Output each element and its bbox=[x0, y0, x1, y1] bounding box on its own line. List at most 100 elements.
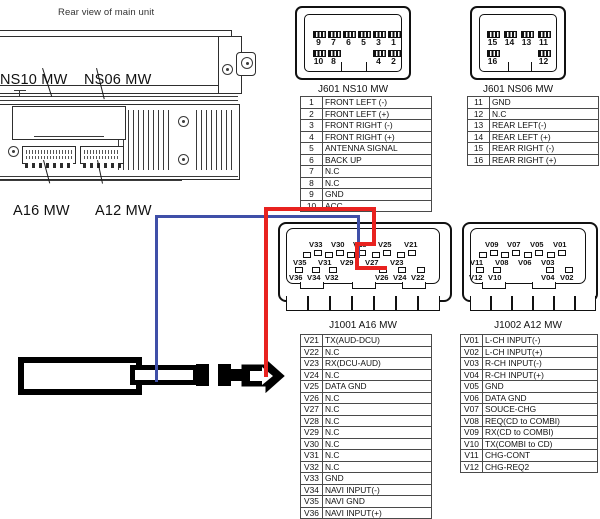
pin-number-cell: V25 bbox=[300, 380, 323, 393]
pin-number-cell: V12 bbox=[460, 460, 483, 473]
pin-signal-cell: REAR LEFT (+) bbox=[489, 130, 599, 143]
pin-table-j601-ns06: 11 GND 12 N.C 13 REAR LEFT(-) 14 REAR LEFT (+) 1… bbox=[467, 96, 599, 166]
pin-signal-cell: N.C bbox=[322, 437, 432, 450]
pin-number-cell: V26 bbox=[300, 391, 323, 404]
pin-number: V05 bbox=[530, 240, 544, 249]
pin-number: V11 bbox=[470, 258, 484, 267]
pin-signal-cell: GND bbox=[322, 188, 432, 201]
chassis-rail bbox=[0, 180, 182, 182]
pin-table-row: V04 R-CH INPUT(+) bbox=[460, 368, 598, 381]
pin-table-row: V07 SOUCE-CHG bbox=[460, 403, 598, 416]
pin-signal-cell: GND bbox=[489, 96, 599, 109]
pin-number: V36 bbox=[289, 273, 303, 282]
pin-signal-cell: CHG-REQ2 bbox=[482, 460, 598, 473]
mount-tab-hole bbox=[241, 57, 253, 69]
pin-number-cell: V33 bbox=[300, 472, 323, 485]
pin-pad bbox=[336, 250, 344, 256]
pin-number-cell: 4 bbox=[300, 130, 323, 143]
pin-signal-cell: NAVI INPUT(-) bbox=[322, 483, 432, 496]
pin-number: V10 bbox=[488, 273, 502, 282]
pin-number: 10 bbox=[313, 56, 324, 66]
plug-tip bbox=[241, 359, 285, 393]
pin-number: V03 bbox=[541, 258, 555, 267]
plug-housing bbox=[18, 357, 142, 395]
pin-pad bbox=[314, 250, 322, 256]
pin-table-j1001-a16: V21 TX(AUD-DCU) V22 N.C V23 RX(DCU-AUD) V24 N.C… bbox=[300, 334, 432, 519]
keying-notch bbox=[508, 62, 532, 72]
connector-header-j601-ns10: 9 7 6 5 3 1 10 8 4 2 bbox=[295, 6, 411, 80]
pin-table-row: V22 N.C bbox=[300, 345, 432, 358]
pin-number: 8 bbox=[331, 56, 336, 66]
pin-pad bbox=[408, 250, 416, 256]
pin-number: 14 bbox=[504, 37, 515, 47]
pin-table-row: V26 N.C bbox=[300, 391, 432, 404]
pin-number-cell: 12 bbox=[467, 107, 490, 120]
pin-table-row: 9 GND bbox=[300, 188, 432, 201]
pin-number-cell: V10 bbox=[460, 437, 483, 450]
pin-signal-cell: DATA GND bbox=[322, 380, 432, 393]
pin-table-row: V32 N.C bbox=[300, 460, 432, 473]
pin-table-row: V33 GND bbox=[300, 472, 432, 485]
pin-number-cell: V03 bbox=[460, 357, 483, 370]
pin-table-row: V34 NAVI INPUT(-) bbox=[300, 483, 432, 496]
wire-red-segment-to-v26 bbox=[355, 266, 387, 270]
pin-number: V22 bbox=[411, 273, 425, 282]
pin-signal-cell: NAVI GND bbox=[322, 495, 432, 508]
pin-number-cell: V01 bbox=[460, 334, 483, 347]
pin-number: 5 bbox=[361, 37, 366, 47]
pin-number: 3 bbox=[376, 37, 381, 47]
connector-title-j601-ns10: J601 NS10 MW bbox=[317, 84, 389, 95]
pin-signal-cell: N.C bbox=[322, 368, 432, 381]
label-a12-mw: A12 MW bbox=[95, 203, 152, 219]
pin-number: V08 bbox=[495, 258, 509, 267]
pin-signal-cell: TX(COMBI to CD) bbox=[482, 437, 598, 450]
latch-notch bbox=[402, 282, 426, 289]
wire-red-segment-top bbox=[264, 207, 376, 211]
pin-number: V09 bbox=[485, 240, 499, 249]
pin-table-row: V12 CHG-REQ2 bbox=[460, 460, 598, 473]
pin-pad bbox=[558, 250, 566, 256]
connector-title-j1002-a12: J1002 A12 MW bbox=[494, 320, 562, 331]
pin-signal-cell: R-CH INPUT(-) bbox=[482, 357, 598, 370]
pin-signal-cell: REAR LEFT(-) bbox=[489, 119, 599, 132]
screw-hole bbox=[178, 154, 189, 165]
pin-table-row: V29 N.C bbox=[300, 426, 432, 439]
pin-signal-cell: RX(DCU-AUD) bbox=[322, 357, 432, 370]
pin-table-j1002-a12: V01 L-CH INPUT(-) V02 L-CH INPUT(+) V03 R-CH … bbox=[460, 334, 598, 473]
pin-number: 13 bbox=[521, 37, 532, 47]
pin-table-row: 15 REAR RIGHT (-) bbox=[467, 142, 599, 155]
connector-bottom-tabs bbox=[470, 296, 596, 311]
pin-number-cell: V30 bbox=[300, 437, 323, 450]
chassis-rail bbox=[0, 96, 238, 98]
pin-signal-cell: N.C bbox=[322, 414, 432, 427]
pin-signal-cell: SOUCE-CHG bbox=[482, 403, 598, 416]
pin-table-row: V06 DATA GND bbox=[460, 391, 598, 404]
pin-number-cell: V24 bbox=[300, 368, 323, 381]
label-a16-mw: A16 MW bbox=[13, 203, 70, 219]
pin-number-cell: V31 bbox=[300, 449, 323, 462]
wire-blue-segment-horizontal bbox=[155, 215, 360, 218]
chassis-clip bbox=[19, 90, 21, 96]
pin-number: V25 bbox=[378, 240, 392, 249]
chassis-rail bbox=[0, 176, 238, 178]
pin-signal-cell: N.C bbox=[322, 176, 432, 189]
pin-number-cell: 8 bbox=[300, 176, 323, 189]
pin-table-row: V25 DATA GND bbox=[300, 380, 432, 393]
trs-plug-illustration bbox=[18, 355, 286, 397]
pin-table-row: 6 BACK UP bbox=[300, 153, 432, 166]
pin-table-j601-ns10: 1 FRONT LEFT (-) 2 FRONT LEFT (+) 3 FRONT RIG… bbox=[300, 96, 432, 212]
latch-notch bbox=[352, 282, 376, 289]
pin-table-row: V03 R-CH INPUT(-) bbox=[460, 357, 598, 370]
pin-number: V29 bbox=[340, 258, 354, 267]
pin-signal-cell: N.C bbox=[322, 345, 432, 358]
pin-table-row: V02 L-CH INPUT(+) bbox=[460, 345, 598, 358]
pin-number-cell: 2 bbox=[300, 107, 323, 120]
pin-number-cell: V35 bbox=[300, 495, 323, 508]
pin-signal-cell: N.C bbox=[322, 426, 432, 439]
main-unit-drawing bbox=[0, 26, 258, 206]
pin-table-row: V31 N.C bbox=[300, 449, 432, 462]
pin-number-cell: V27 bbox=[300, 403, 323, 416]
pin-number: V32 bbox=[325, 273, 339, 282]
pin-signal-cell: FRONT RIGHT (-) bbox=[322, 119, 432, 132]
pin-number: V35 bbox=[293, 258, 307, 267]
